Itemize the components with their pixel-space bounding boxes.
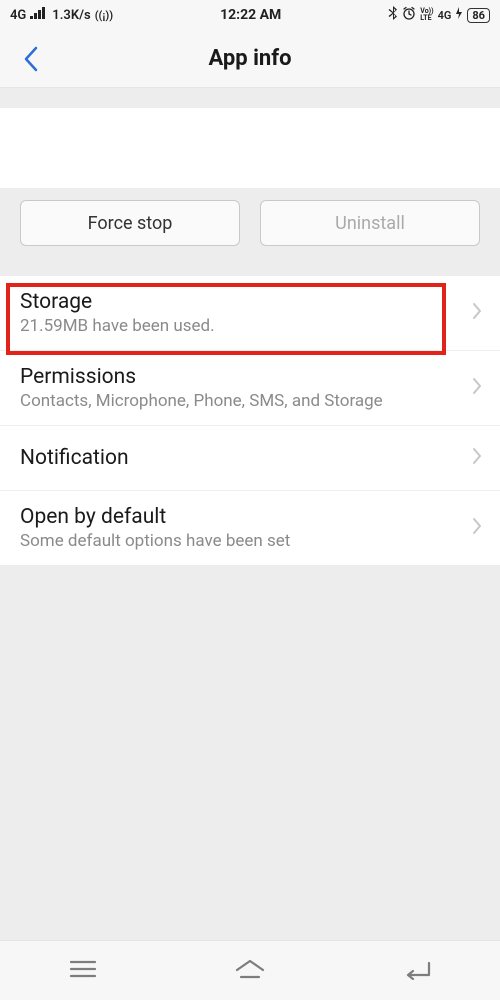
chevron-left-icon: [22, 46, 40, 72]
battery-level: 86: [467, 8, 490, 23]
signal-bars-icon: [30, 7, 48, 23]
clock-label: 12:22 AM: [220, 7, 281, 23]
charging-icon: [455, 7, 463, 23]
item-subtitle: Some default options have been set: [20, 531, 480, 551]
nav-home-button[interactable]: [233, 958, 267, 984]
chevron-right-icon: [472, 517, 482, 539]
item-title: Storage: [20, 290, 480, 314]
item-subtitle: Contacts, Microphone, Phone, SMS, and St…: [20, 391, 480, 411]
uninstall-button[interactable]: Uninstall: [260, 200, 480, 246]
chevron-right-icon: [472, 447, 482, 469]
item-title: Permissions: [20, 365, 480, 389]
bluetooth-icon: [388, 6, 398, 24]
app-header: App info: [0, 30, 500, 88]
chevron-right-icon: [472, 377, 482, 399]
nav-back-button[interactable]: [400, 958, 434, 984]
lte-label: LTE: [420, 15, 433, 22]
alarm-icon: [402, 6, 416, 24]
action-row: Force stop Uninstall: [0, 188, 500, 264]
settings-list: Storage 21.59MB have been used. Permissi…: [0, 276, 500, 565]
system-nav-bar: [0, 940, 500, 1000]
nav-recents-button[interactable]: [66, 958, 100, 984]
menu-icon: [66, 958, 100, 980]
item-title: Notification: [20, 446, 480, 470]
list-item-storage[interactable]: Storage 21.59MB have been used.: [0, 276, 500, 351]
back-button[interactable]: [16, 44, 46, 74]
list-item-open-by-default[interactable]: Open by default Some default options hav…: [0, 491, 500, 565]
status-right: Vo)) LTE 4G 86: [388, 6, 490, 24]
item-subtitle: 21.59MB have been used.: [20, 316, 480, 336]
net-4g-label: 4G: [438, 9, 452, 22]
home-icon: [233, 958, 267, 980]
list-item-permissions[interactable]: Permissions Contacts, Microphone, Phone,…: [0, 351, 500, 426]
force-stop-button[interactable]: Force stop: [20, 200, 240, 246]
back-icon: [400, 958, 434, 980]
page-title: App info: [0, 46, 500, 71]
network-type-label: 4G: [10, 8, 26, 23]
status-left: 4G 1.3K/s ((¡)): [10, 7, 113, 23]
list-item-notification[interactable]: Notification: [0, 426, 500, 491]
chevron-right-icon: [472, 302, 482, 324]
item-title: Open by default: [20, 505, 480, 529]
network-speed-label: 1.3K/s: [52, 8, 90, 23]
app-identity-card: [0, 108, 500, 188]
status-bar: 4G 1.3K/s ((¡)) 12:22 AM Vo)) LTE 4G 86: [0, 0, 500, 30]
hotspot-icon: ((¡)): [95, 9, 113, 22]
